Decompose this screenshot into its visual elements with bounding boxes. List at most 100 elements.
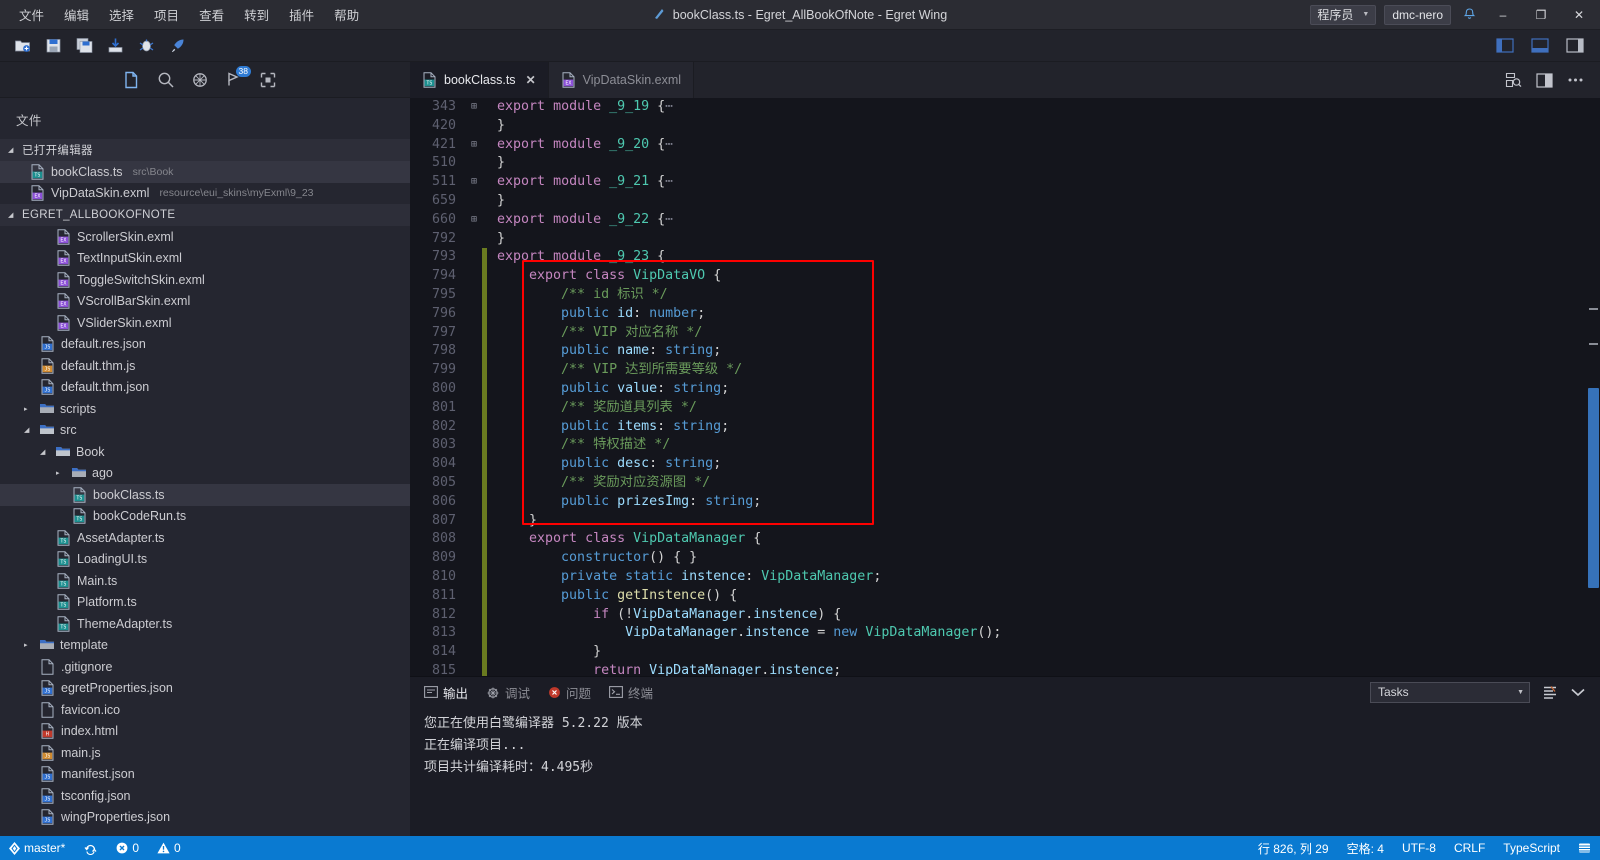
tree-file-item[interactable]: JS wingProperties.json: [0, 807, 410, 829]
code-line[interactable]: 420}: [410, 117, 1600, 136]
tree-file-item[interactable]: TS Platform.ts: [0, 592, 410, 614]
toggle-right-bar-icon[interactable]: [1561, 34, 1588, 58]
status-cursor-position[interactable]: 行 826, 列 29: [1249, 840, 1338, 857]
status-warnings[interactable]: 0: [148, 836, 190, 860]
code-line[interactable]: 801 /** 奖励道具列表 */: [410, 398, 1600, 418]
code-line[interactable]: 795 /** id 标识 */: [410, 285, 1600, 305]
tree-file-item[interactable]: TS LoadingUI.ts: [0, 549, 410, 571]
scrollbar-thumb[interactable]: [1588, 388, 1599, 588]
tree-file-item[interactable]: JS manifest.json: [0, 764, 410, 786]
extensions-icon[interactable]: [254, 67, 282, 93]
explorer-tree[interactable]: ◢ 已打开编辑器 TS bookClass.ts src\Book EX VipData…: [0, 139, 410, 836]
tree-file-item[interactable]: TS ThemeAdapter.ts: [0, 613, 410, 635]
fold-expand-icon[interactable]: ⊞: [466, 173, 482, 192]
tree-file-item[interactable]: JS default.thm.js: [0, 355, 410, 377]
tree-file-item[interactable]: JS main.js: [0, 742, 410, 764]
code-line[interactable]: 807 }: [410, 511, 1600, 531]
search-icon[interactable]: [152, 67, 180, 93]
tree-file-item[interactable]: JS egretProperties.json: [0, 678, 410, 700]
menu-item-0[interactable]: 文件: [10, 1, 53, 28]
status-language-mode[interactable]: TypeScript: [1494, 841, 1569, 855]
code-line[interactable]: 809 constructor() { }: [410, 549, 1600, 568]
output-channel-select[interactable]: Tasks ▼: [1370, 681, 1530, 703]
tree-file-item[interactable]: EX ToggleSwitchSkin.exml: [0, 269, 410, 291]
tree-file-item[interactable]: .gitignore: [0, 656, 410, 678]
new-file-icon[interactable]: [9, 34, 36, 58]
code-line[interactable]: 800 public value: string;: [410, 379, 1600, 399]
code-line[interactable]: 799 /** VIP 达到所需要等级 */: [410, 361, 1600, 380]
preview-icon[interactable]: [1505, 72, 1522, 88]
tree-file-item[interactable]: EX TextInputSkin.exml: [0, 248, 410, 270]
code-line[interactable]: 806 public prizesImg: string;: [410, 492, 1600, 512]
code-line[interactable]: 805 /** 奖励对应资源图 */: [410, 473, 1600, 493]
panel-tab[interactable]: 调试: [486, 683, 530, 702]
code-line[interactable]: 797 /** VIP 对应名称 */: [410, 323, 1600, 343]
code-line[interactable]: 804 public desc: string;: [410, 455, 1600, 474]
tree-file-item[interactable]: Hindex.html: [0, 721, 410, 743]
panel-tab[interactable]: 问题: [548, 683, 591, 702]
status-feedback[interactable]: [1569, 842, 1600, 854]
code-line[interactable]: 808 export class VipDataManager {: [410, 530, 1600, 550]
fold-expand-icon[interactable]: ⊞: [466, 211, 482, 230]
menu-item-1[interactable]: 编辑: [55, 1, 98, 28]
open-editors-header[interactable]: ◢ 已打开编辑器: [0, 139, 410, 161]
debug-icon[interactable]: [186, 67, 214, 93]
editor-scrollbar[interactable]: [1586, 98, 1600, 676]
editor-tab[interactable]: EX VipDataSkin.exml: [548, 62, 695, 98]
code-line[interactable]: 802 public items: string;: [410, 417, 1600, 437]
open-editor-item[interactable]: EX VipDataSkin.exml resource\eui_skins\myE…: [0, 183, 410, 205]
save-icon[interactable]: [40, 34, 67, 58]
status-encoding[interactable]: UTF-8: [1393, 841, 1445, 855]
panel-tab[interactable]: 输出: [424, 683, 468, 702]
code-line[interactable]: 794 export class VipDataVO {: [410, 267, 1600, 286]
tree-folder-item[interactable]: ◢ src: [0, 420, 410, 442]
menu-item-3[interactable]: 项目: [145, 1, 188, 28]
code-line[interactable]: 421 ⊞ export module _9_20 {⋯: [410, 136, 1600, 155]
code-line[interactable]: 811 public getInstence() {: [410, 586, 1600, 606]
tree-file-item[interactable]: JS default.res.json: [0, 334, 410, 356]
code-line[interactable]: 796 public id: number;: [410, 304, 1600, 324]
tree-file-item[interactable]: EX ScrollerSkin.exml: [0, 226, 410, 248]
code-line[interactable]: 660 ⊞ export module _9_22 {⋯: [410, 211, 1600, 230]
tree-file-item[interactable]: TS Main.ts: [0, 570, 410, 592]
save-all-icon[interactable]: [71, 34, 98, 58]
toggle-panel-icon[interactable]: [1526, 34, 1553, 58]
tree-file-item[interactable]: JS tsconfig.json: [0, 785, 410, 807]
tree-folder-item[interactable]: ▸ ago: [0, 463, 410, 485]
code-line[interactable]: 814 }: [410, 643, 1600, 662]
close-tab-icon[interactable]: ✕: [526, 73, 536, 87]
tree-folder-item[interactable]: ◢ Book: [0, 441, 410, 463]
code-line[interactable]: 812 if (!VipDataManager.instence) {: [410, 605, 1600, 625]
bell-icon[interactable]: [1459, 7, 1480, 22]
import-icon[interactable]: [102, 34, 129, 58]
status-sync[interactable]: [74, 836, 107, 860]
status-eol[interactable]: CRLF: [1445, 841, 1494, 855]
role-dropdown[interactable]: 程序员 ▼: [1310, 4, 1377, 25]
menu-item-4[interactable]: 查看: [190, 1, 233, 28]
menu-item-2[interactable]: 选择: [100, 1, 143, 28]
fold-expand-icon[interactable]: ⊞: [466, 98, 482, 117]
code-lines-container[interactable]: 343 ⊞ export module _9_19 {⋯ 420} 421 ⊞ export…: [410, 98, 1600, 676]
user-badge[interactable]: dmc-nero: [1384, 4, 1451, 25]
code-line[interactable]: 511 ⊞ export module _9_21 {⋯: [410, 173, 1600, 192]
menu-item-6[interactable]: 插件: [280, 1, 323, 28]
minimize-button[interactable]: –: [1488, 1, 1518, 29]
code-line[interactable]: 813 VipDataManager.instence = new VipDat…: [410, 624, 1600, 644]
maximize-button[interactable]: ❐: [1526, 1, 1556, 29]
tree-file-item[interactable]: TS AssetAdapter.ts: [0, 527, 410, 549]
tree-file-item[interactable]: favicon.ico: [0, 699, 410, 721]
fold-expand-icon[interactable]: ⊞: [466, 136, 482, 155]
close-panel-icon[interactable]: [1570, 686, 1586, 698]
toggle-sidebar-icon[interactable]: [1491, 34, 1518, 58]
tree-file-item[interactable]: EX VSliderSkin.exml: [0, 312, 410, 334]
code-line[interactable]: 803 /** 特权描述 */: [410, 436, 1600, 456]
debug-run-icon[interactable]: [133, 34, 160, 58]
code-line[interactable]: 343 ⊞ export module _9_19 {⋯: [410, 98, 1600, 117]
open-editor-item[interactable]: TS bookClass.ts src\Book: [0, 161, 410, 183]
panel-tab[interactable]: 终端: [609, 683, 653, 702]
code-line[interactable]: 510}: [410, 154, 1600, 173]
tree-file-item[interactable]: JS default.thm.json: [0, 377, 410, 399]
editor-tab[interactable]: TS bookClass.ts ✕: [410, 62, 549, 98]
tree-file-item[interactable]: EX VScrollBarSkin.exml: [0, 291, 410, 313]
clear-output-icon[interactable]: [1542, 685, 1558, 700]
